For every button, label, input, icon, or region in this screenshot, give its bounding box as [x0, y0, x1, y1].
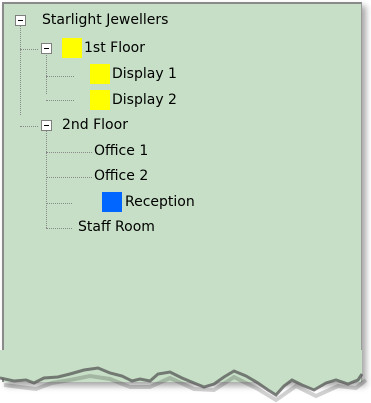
tree-node-label: 2nd Floor: [62, 117, 128, 133]
tree-connector: [20, 49, 38, 50]
tree-node-label: Starlight Jewellers: [42, 12, 169, 28]
tree-node-2nd-floor[interactable]: 2nd Floor: [62, 115, 128, 135]
color-swatch-reception: [102, 192, 122, 212]
tree-connector: [46, 100, 74, 101]
collapse-toggle-2nd-floor[interactable]: [41, 120, 52, 131]
tree-node-display-1[interactable]: Display 1: [112, 64, 177, 84]
tree-node-office-2[interactable]: Office 2: [94, 166, 148, 186]
tree-node-label: Reception: [125, 194, 195, 210]
tree-node-label: Office 1: [94, 143, 149, 159]
tree-node-label: 1st Floor: [84, 40, 145, 56]
tree-view[interactable]: Starlight Jewellers 1st Floor Display 1 …: [4, 4, 364, 364]
tree-node-label: Display 1: [112, 66, 177, 82]
tree-node-label: Office 2: [94, 168, 149, 184]
torn-edge: [0, 350, 368, 403]
tree-connector: [46, 50, 47, 94]
tree-node-staff-room[interactable]: Staff Room: [78, 217, 155, 237]
tree-node-display-2[interactable]: Display 2: [112, 90, 177, 110]
tree-connector: [46, 203, 72, 204]
tree-connector: [46, 228, 72, 229]
tree-node-reception[interactable]: Reception: [125, 192, 195, 212]
tree-connector: [46, 177, 92, 178]
tree-node-label: Display 2: [112, 92, 177, 108]
tree-connector: [46, 128, 47, 228]
tree-connector: [20, 25, 21, 115]
tree-node-office-1[interactable]: Office 1: [94, 141, 148, 161]
color-swatch-1st-floor: [62, 38, 82, 58]
collapse-toggle-root[interactable]: [15, 15, 26, 26]
tree-panel: Starlight Jewellers 1st Floor Display 1 …: [2, 2, 362, 382]
collapse-toggle-1st-floor[interactable]: [41, 43, 52, 54]
tree-node-1st-floor[interactable]: 1st Floor: [84, 38, 145, 58]
tree-connector: [20, 126, 38, 127]
color-swatch-display-1: [90, 64, 110, 84]
tree-connector: [46, 76, 74, 77]
tree-connector: [46, 152, 92, 153]
tree-node-root[interactable]: Starlight Jewellers: [42, 10, 168, 30]
color-swatch-display-2: [90, 90, 110, 110]
tree-node-label: Staff Room: [78, 219, 155, 235]
